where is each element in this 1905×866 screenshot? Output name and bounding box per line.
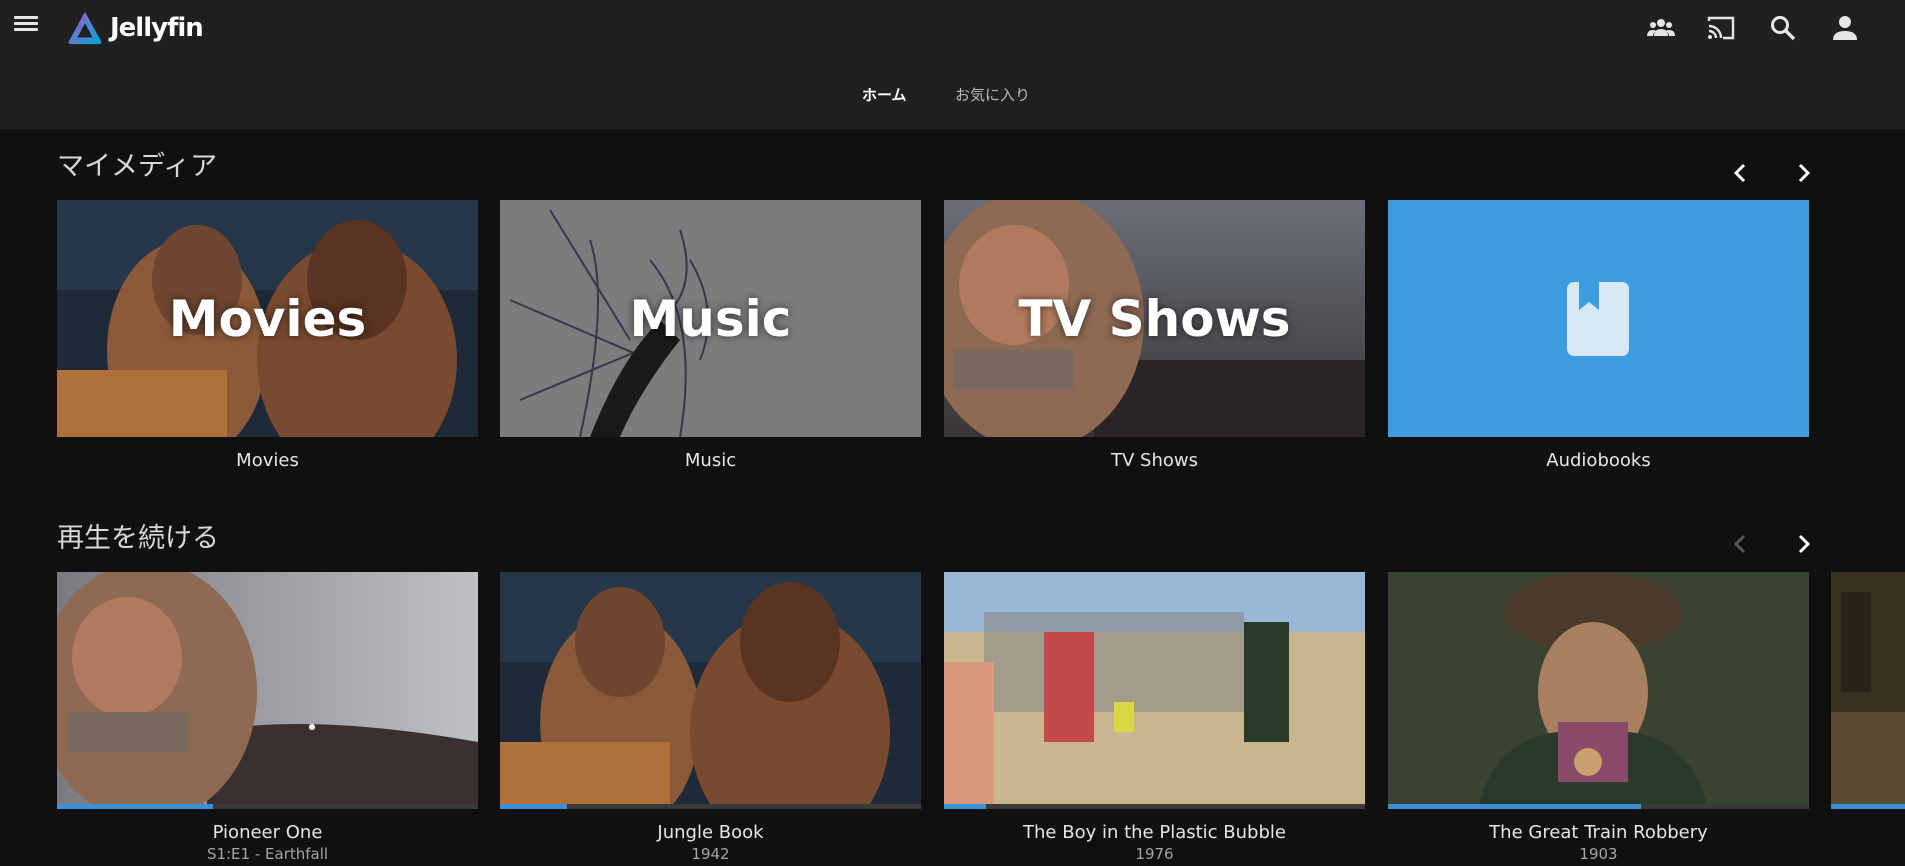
resume-thumbnail bbox=[500, 572, 921, 809]
resume-thumbnail bbox=[1831, 572, 1905, 809]
library-overlay-title: Music bbox=[629, 289, 792, 348]
library-label[interactable]: Audiobooks bbox=[1388, 450, 1809, 471]
app-logo[interactable]: Jellyfin bbox=[66, 9, 204, 47]
library-label[interactable]: Movies bbox=[57, 450, 478, 471]
chevron-right-icon[interactable] bbox=[1790, 160, 1816, 186]
section-title-continue-watching: 再生を続ける bbox=[57, 523, 219, 554]
progress-bar bbox=[57, 804, 478, 809]
chevron-right-icon[interactable] bbox=[1790, 531, 1816, 557]
library-label[interactable]: Music bbox=[500, 450, 921, 471]
progress-bar bbox=[944, 804, 1365, 809]
tab-home[interactable]: ホーム bbox=[862, 84, 907, 105]
home-tabs: ホーム お気に入り bbox=[0, 84, 1905, 112]
chevron-left-icon[interactable] bbox=[1728, 160, 1754, 186]
library-thumbnail: Movies bbox=[57, 200, 478, 437]
resume-subtitle: S1:E1 - Earthfall bbox=[206, 845, 329, 863]
library-card-movies[interactable]: Movies Movies bbox=[57, 200, 478, 471]
resume-card[interactable]: Pioneer One S1:E1 - Earthfall bbox=[57, 572, 478, 863]
resume-title[interactable]: The Boy in the Plastic Bubble bbox=[944, 822, 1365, 843]
resume-thumbnail bbox=[944, 572, 1365, 809]
library-card-audiobooks[interactable]: Audiobooks bbox=[1388, 200, 1809, 471]
users-icon[interactable] bbox=[1645, 12, 1677, 44]
section-title-my-media: マイメディア bbox=[57, 151, 218, 182]
resume-card[interactable]: Jungle Book 1942 bbox=[500, 572, 921, 863]
resume-title[interactable]: Jungle Book bbox=[500, 822, 921, 843]
app-name: Jellyfin bbox=[110, 13, 204, 43]
library-overlay-title: TV Shows bbox=[1018, 289, 1291, 348]
user-icon[interactable] bbox=[1829, 12, 1861, 44]
library-label[interactable]: TV Shows bbox=[944, 450, 1365, 471]
library-card-tv-shows[interactable]: TV Shows TV Shows bbox=[944, 200, 1365, 471]
search-icon[interactable] bbox=[1767, 12, 1799, 44]
progress-bar bbox=[1388, 804, 1809, 809]
resume-card[interactable]: The Boy in the Plastic Bubble 1976 bbox=[944, 572, 1365, 863]
resume-subtitle: 1903 bbox=[1579, 845, 1618, 863]
resume-thumbnail bbox=[57, 572, 478, 809]
library-overlay-title: Movies bbox=[168, 289, 367, 348]
progress-bar bbox=[500, 804, 921, 809]
resume-subtitle: 1942 bbox=[691, 845, 730, 863]
tab-favorites[interactable]: お気に入り bbox=[955, 84, 1030, 105]
resume-thumbnail bbox=[1388, 572, 1809, 809]
resume-card[interactable]: The Great Train Robbery 1903 bbox=[1388, 572, 1809, 863]
resume-title[interactable]: Pioneer One bbox=[57, 822, 478, 843]
resume-card-partial[interactable] bbox=[1831, 572, 1905, 809]
resume-subtitle: 1976 bbox=[1135, 845, 1174, 863]
library-card-music[interactable]: Music Music bbox=[500, 200, 921, 471]
menu-icon[interactable] bbox=[12, 13, 38, 39]
library-thumbnail bbox=[1388, 200, 1809, 437]
top-header: Jellyfin ホーム お気に入り bbox=[0, 0, 1905, 129]
library-thumbnail: TV Shows bbox=[944, 200, 1365, 437]
library-thumbnail: Music bbox=[500, 200, 921, 437]
jellyfin-logo-icon bbox=[68, 11, 102, 45]
resume-title[interactable]: The Great Train Robbery bbox=[1388, 822, 1809, 843]
book-icon bbox=[1567, 282, 1629, 356]
chevron-left-icon[interactable] bbox=[1728, 531, 1754, 557]
cast-icon[interactable] bbox=[1705, 12, 1737, 44]
